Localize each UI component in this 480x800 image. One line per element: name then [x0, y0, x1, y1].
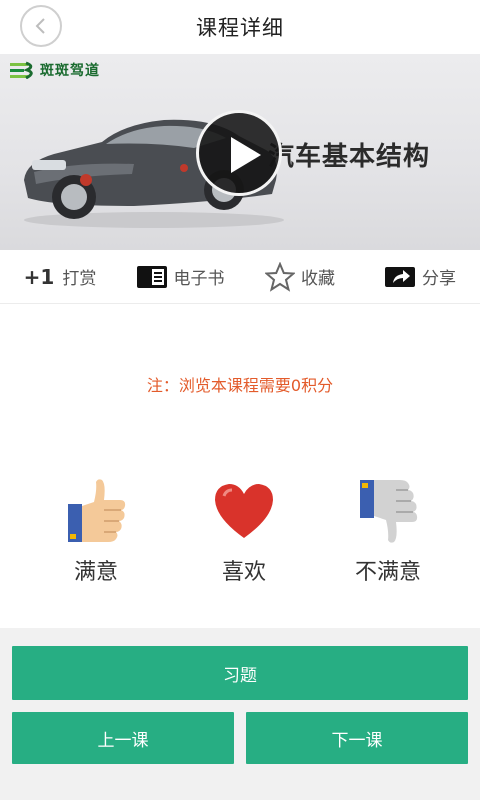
- play-icon: [231, 137, 261, 173]
- logo-mark-icon: [10, 61, 33, 79]
- share-label: 分享: [422, 269, 456, 289]
- ebook-label: 电子书: [173, 269, 225, 289]
- share-icon: [384, 265, 416, 289]
- favorite-label: 收藏: [301, 269, 335, 289]
- next-lesson-button[interactable]: 下一课: [246, 712, 468, 764]
- reward-action[interactable]: +1 打赏: [0, 250, 120, 303]
- rating-panel: 满意 喜欢 不满意: [0, 478, 480, 598]
- thumbs-down-icon: [360, 480, 418, 543]
- exercise-button[interactable]: 习题: [12, 646, 468, 700]
- video-caption: 汽车基本结构: [268, 142, 431, 172]
- page-title: 课程详细: [196, 16, 284, 40]
- bottom-button-area: 习题 上一课 下一课: [0, 628, 480, 800]
- favorite-action[interactable]: 收藏: [240, 250, 360, 303]
- share-action[interactable]: 分享: [360, 250, 480, 303]
- brand-logo: 斑斑驾道: [10, 60, 100, 80]
- rating-unsatisfied[interactable]: 不满意: [328, 478, 448, 586]
- rating-like[interactable]: 喜欢: [184, 478, 304, 586]
- star-icon: [265, 261, 295, 292]
- brand-logo-text: 斑斑驾道: [40, 63, 100, 79]
- rating-satisfied[interactable]: 满意: [36, 478, 156, 586]
- plus-one-icon: +1: [23, 264, 55, 289]
- prev-lesson-button[interactable]: 上一课: [12, 712, 234, 764]
- rating-unsatisfied-label: 不满意: [354, 560, 421, 585]
- rating-satisfied-label: 满意: [73, 560, 118, 585]
- rating-like-label: 喜欢: [221, 560, 266, 585]
- reward-label: 打赏: [62, 269, 97, 289]
- thumbs-up-icon: [68, 479, 126, 542]
- heart-icon: [215, 484, 273, 538]
- video-player[interactable]: 斑斑驾道 汽车基本结构: [0, 54, 480, 250]
- action-bar: +1 打赏 电子书 收藏 分享: [0, 250, 480, 304]
- play-button[interactable]: [196, 110, 282, 196]
- course-detail-page: 课程详细 斑斑驾道 汽车基本结构 +1 打赏 电子书 收藏 分享 注：浏览本课程…: [0, 0, 480, 800]
- ebook-action[interactable]: 电子书: [120, 250, 240, 303]
- points-note: 注：浏览本课程需要0积分: [146, 376, 334, 395]
- header-bar: 课程详细: [0, 0, 480, 54]
- ebook-icon: [136, 265, 168, 289]
